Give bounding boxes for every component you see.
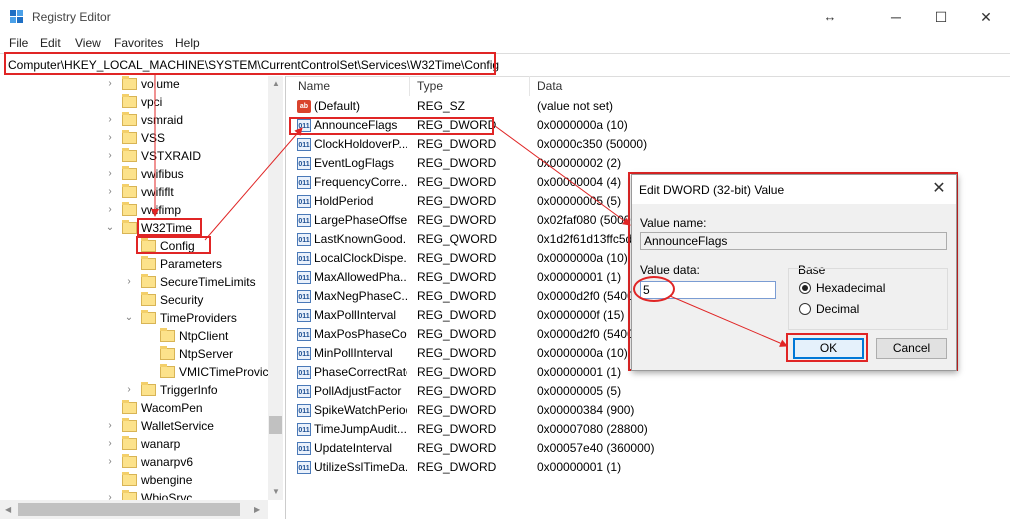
arrow-value-to-ok bbox=[669, 295, 788, 347]
annotation-arrows bbox=[151, 75, 788, 347]
arrow-config-to-announceflags bbox=[204, 127, 303, 241]
arrow-announceflags-to-dialog bbox=[494, 125, 631, 226]
